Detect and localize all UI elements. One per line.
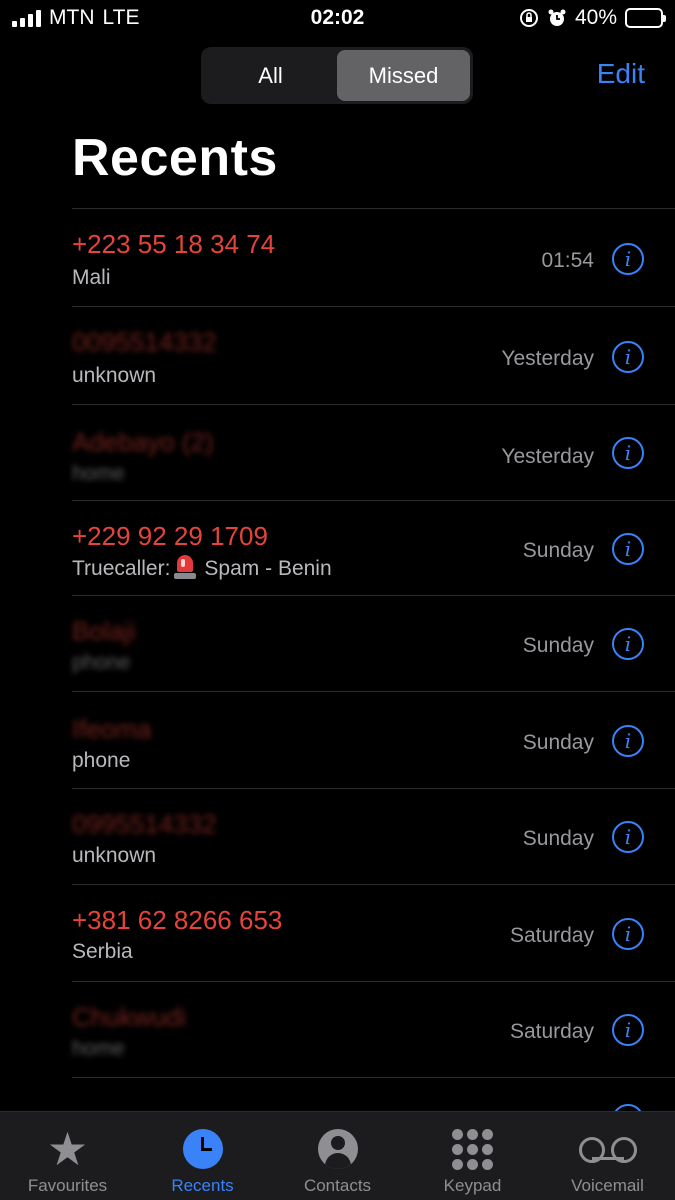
- tab-label: Keypad: [443, 1176, 502, 1195]
- call-time: Saturday: [509, 1020, 594, 1043]
- call-time: Yesterday: [501, 445, 594, 468]
- info-icon[interactable]: i: [612, 918, 644, 950]
- clock-icon: [182, 1129, 223, 1169]
- call-time: Sunday: [522, 539, 594, 562]
- caller-detail: Serbia: [72, 940, 133, 963]
- status-bar: MTN LTE 02:02 40%: [0, 0, 675, 38]
- star-icon: ★: [46, 1123, 89, 1175]
- caller-detail: home: [72, 1037, 125, 1060]
- tab-keypad[interactable]: Keypad: [405, 1112, 540, 1200]
- alarm-icon: [548, 9, 566, 26]
- siren-icon: [174, 555, 197, 579]
- tab-voicemail[interactable]: Voicemail: [540, 1112, 675, 1200]
- info-icon[interactable]: i: [612, 341, 644, 373]
- call-row[interactable]: 0995514332 unknown Sunday i: [72, 788, 675, 884]
- edit-button[interactable]: Edit: [597, 58, 645, 90]
- call-row[interactable]: +381 62 8266 653 Serbia Saturday i: [72, 884, 675, 981]
- info-icon[interactable]: i: [612, 243, 644, 275]
- caller-detail: unknown: [72, 844, 157, 867]
- call-time: Sunday: [522, 731, 594, 754]
- call-time: 01:54: [541, 249, 594, 272]
- status-right: 40%: [519, 6, 666, 30]
- call-row[interactable]: Chukwudi home Saturday i: [72, 981, 675, 1077]
- spam-label: Spam - Benin: [204, 557, 332, 580]
- recents-list: +223 55 18 34 74 Mali 01:54 i 0095514332…: [72, 208, 675, 1136]
- person-icon: [317, 1129, 358, 1169]
- tab-label: Voicemail: [571, 1176, 644, 1195]
- caller-name: +229 92 29 1709: [72, 521, 268, 551]
- caller-detail: unknown: [72, 364, 157, 387]
- call-time: Yesterday: [501, 347, 594, 370]
- call-row[interactable]: +229 92 29 1709 Truecaller: Spam - Benin …: [72, 500, 675, 595]
- call-row[interactable]: +223 55 18 34 74 Mali 01:54 i: [72, 208, 675, 306]
- battery-icon: [625, 8, 666, 28]
- call-row[interactable]: Ifeoma phone Sunday i: [72, 691, 675, 788]
- tab-contacts[interactable]: Contacts: [270, 1112, 405, 1200]
- caller-name: Bolaji: [72, 616, 136, 646]
- caller-detail: home: [72, 462, 125, 485]
- caller-name: +223 55 18 34 74: [72, 229, 276, 259]
- caller-detail: phone: [72, 749, 131, 772]
- caller-name: Ifeoma: [72, 714, 152, 744]
- call-time: Sunday: [522, 634, 594, 657]
- tab-label: Contacts: [303, 1176, 372, 1195]
- filter-segmented-control: All Missed: [201, 47, 473, 104]
- truecaller-prefix: Truecaller:: [72, 557, 171, 580]
- info-icon[interactable]: i: [612, 725, 644, 757]
- caller-name: Adebayo (2): [72, 427, 214, 457]
- segment-all[interactable]: All: [204, 50, 337, 101]
- voicemail-icon: [578, 1137, 637, 1163]
- tab-label: Recents: [171, 1176, 234, 1195]
- call-row[interactable]: Bolaji phone Sunday i: [72, 595, 675, 691]
- tab-recents[interactable]: Recents: [135, 1112, 270, 1200]
- call-time: Sunday: [522, 827, 594, 850]
- info-icon[interactable]: i: [612, 437, 644, 469]
- tab-bar: ★ Favourites Recents Contacts Keypad Voi…: [0, 1111, 675, 1200]
- caller-detail: Mali: [72, 266, 111, 289]
- call-row[interactable]: Adebayo (2) home Yesterday i: [72, 404, 675, 500]
- rotation-lock-icon: [519, 9, 538, 27]
- caller-name: 0095514332: [72, 327, 217, 357]
- keypad-icon: [452, 1128, 493, 1170]
- info-icon[interactable]: i: [612, 533, 644, 565]
- info-icon[interactable]: i: [612, 821, 644, 853]
- info-icon[interactable]: i: [612, 628, 644, 660]
- tab-favourites[interactable]: ★ Favourites: [0, 1112, 135, 1200]
- info-icon[interactable]: i: [612, 1014, 644, 1046]
- caller-name: Chukwudi: [72, 1002, 187, 1032]
- call-row[interactable]: 0095514332 unknown Yesterday i: [72, 306, 675, 404]
- caller-detail: Truecaller: Spam - Benin: [72, 555, 332, 581]
- call-time: Saturday: [509, 924, 594, 947]
- segment-missed[interactable]: Missed: [337, 50, 470, 101]
- caller-name: +381 62 8266 653: [72, 905, 283, 935]
- battery-percent: 40%: [574, 6, 617, 29]
- page-title: Recents: [72, 129, 278, 187]
- tab-label: Favourites: [27, 1176, 108, 1195]
- caller-name: 0995514332: [72, 809, 217, 839]
- caller-detail: phone: [72, 651, 131, 674]
